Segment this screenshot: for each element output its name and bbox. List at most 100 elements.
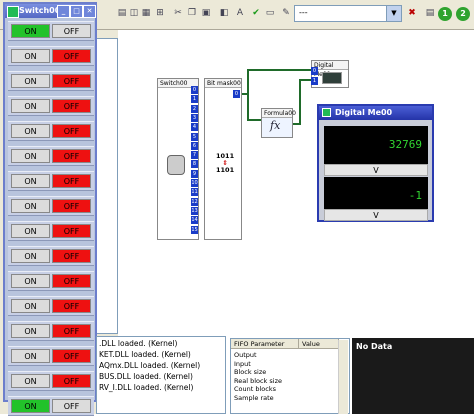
switch-off-button[interactable]: OFF xyxy=(52,374,91,388)
switch-output-port[interactable]: 2 xyxy=(191,104,198,113)
switch-off-button[interactable]: OFF xyxy=(52,274,91,288)
switch-on-button[interactable]: ON xyxy=(11,149,50,163)
switch-off-button[interactable]: OFF xyxy=(52,349,91,363)
meter-display-icon xyxy=(322,72,342,84)
switch-off-button[interactable]: OFF xyxy=(52,199,91,213)
switch-on-button[interactable]: ON xyxy=(11,399,50,413)
minimize-icon[interactable]: _ xyxy=(57,5,70,18)
switch-output-port[interactable]: 5 xyxy=(191,132,198,141)
switch-row: ON OFF xyxy=(8,346,94,366)
switch-row: ON OFF xyxy=(8,221,94,241)
log-line: BUS.DLL loaded. (Kernel) xyxy=(99,372,193,381)
switch-off-button[interactable]: OFF xyxy=(52,249,91,263)
switch-output-port[interactable]: 9 xyxy=(191,169,198,178)
close-icon[interactable]: ✕ xyxy=(83,5,96,18)
switch-row: ON OFF xyxy=(8,21,94,41)
switch-on-button[interactable]: ON xyxy=(11,49,50,63)
switch-off-button[interactable]: OFF xyxy=(52,224,91,238)
fifo-row[interactable]: Sample rate xyxy=(231,394,274,402)
switch-off-button[interactable]: OFF xyxy=(52,174,91,188)
switch-on-button[interactable]: ON xyxy=(11,124,50,138)
switch-window-title-bar[interactable]: Switch00 _ □ ✕ xyxy=(5,4,96,18)
bitmask-output-port[interactable]: 0 xyxy=(233,90,240,98)
switch-output-port[interactable]: 3 xyxy=(191,113,198,122)
switch-window[interactable]: Switch00 _ □ ✕ ON OFF ON OFF ON OFF ON OFF ON OFF… xyxy=(3,2,97,416)
fifo-header-value[interactable]: Value xyxy=(299,339,339,349)
switch-output-port[interactable]: 12 xyxy=(191,197,198,206)
fifo-row[interactable]: Output xyxy=(231,351,257,359)
switch-row: ON OFF xyxy=(8,121,94,141)
switch-row: ON OFF xyxy=(8,271,94,291)
formula-icon: fx xyxy=(270,119,281,132)
switch-row: ON OFF xyxy=(8,46,94,66)
switch-output-port[interactable]: 11 xyxy=(191,188,198,197)
switch-on-button[interactable]: ON xyxy=(11,374,50,388)
switch-output-port[interactable]: 7 xyxy=(191,151,198,160)
switch-output-port[interactable]: 10 xyxy=(191,179,198,187)
switch-output-port[interactable]: 4 xyxy=(191,123,198,132)
switch-on-button[interactable]: ON xyxy=(11,274,50,288)
fifo-row[interactable]: Block size xyxy=(231,368,266,376)
switch-on-button[interactable]: ON xyxy=(11,224,50,238)
bitmask-block[interactable]: Bit mask00 1011 ⇕ 1101 xyxy=(204,78,242,240)
no-data-label: No Data xyxy=(356,342,393,351)
bitmask-label: 1011 ⇕ 1101 xyxy=(216,153,234,174)
switch-window-icon xyxy=(7,6,19,18)
fifo-row[interactable]: Real block size xyxy=(231,377,282,385)
switch-row: ON OFF xyxy=(8,96,94,116)
switch-off-button[interactable]: OFF xyxy=(52,149,91,163)
meter-value-1: 32769 xyxy=(324,126,428,164)
signal-display-panel: No Data xyxy=(352,338,474,414)
switch-off-button[interactable]: OFF xyxy=(52,299,91,313)
switch-on-button[interactable]: ON xyxy=(11,99,50,113)
switch-output-port[interactable]: 14 xyxy=(191,216,198,225)
switch-output-port[interactable]: 0 xyxy=(191,86,198,94)
log-line: RV_I.DLL loaded. (Kernel) xyxy=(99,383,194,392)
switch-output-port[interactable]: 6 xyxy=(191,141,198,150)
switch-on-button[interactable]: ON xyxy=(11,299,50,313)
switch-row: ON OFF xyxy=(8,246,94,266)
digital-meter-title-bar[interactable]: Digital Me00 xyxy=(319,106,432,120)
switch-output-port[interactable]: 1 xyxy=(191,95,198,104)
wire-bitmask-to-formula xyxy=(247,94,261,121)
switch-row: ON OFF xyxy=(8,371,94,391)
meter-input-port-0[interactable]: 0 xyxy=(311,67,318,75)
fifo-scrollbar[interactable] xyxy=(338,340,348,414)
switch-off-button[interactable]: OFF xyxy=(52,399,91,413)
switch-on-button[interactable]: ON xyxy=(11,24,50,38)
fifo-header-parameter[interactable]: FIFO Parameter xyxy=(231,339,299,349)
switch-off-button[interactable]: OFF xyxy=(52,99,91,113)
switch-off-button[interactable]: OFF xyxy=(52,124,91,138)
log-line: AQmx.DLL loaded. (Kernel) xyxy=(99,361,201,370)
formula-block-title: Formula00 xyxy=(262,109,296,118)
digital-meter-window[interactable]: Digital Me00 32769 V -1 V xyxy=(317,104,434,222)
switch-on-button[interactable]: ON xyxy=(11,199,50,213)
digital-meter-title: Digital Me00 xyxy=(335,108,393,117)
switch-on-button[interactable]: ON xyxy=(11,349,50,363)
switch-row: ON OFF xyxy=(8,296,94,316)
switch-off-button[interactable]: OFF xyxy=(52,24,91,38)
switch-off-button[interactable]: OFF xyxy=(52,49,91,63)
switch-icon xyxy=(167,155,185,175)
switch-on-button[interactable]: ON xyxy=(11,174,50,188)
switch-on-button[interactable]: ON xyxy=(11,324,50,338)
maximize-icon[interactable]: □ xyxy=(70,5,83,18)
bitmask-block-title: Bit mask00 xyxy=(205,79,241,88)
switch-output-port[interactable]: 8 xyxy=(191,160,198,169)
switch-off-button[interactable]: OFF xyxy=(52,324,91,338)
fifo-parameter-panel[interactable]: FIFO Parameter Value Output Input Block si… xyxy=(230,338,350,414)
switch-row: ON OFF xyxy=(8,196,94,216)
switch-row: ON OFF xyxy=(8,321,94,341)
formula-block[interactable]: Formula00 fx xyxy=(261,108,296,138)
meter-unit-2: V xyxy=(324,209,428,221)
switch-on-button[interactable]: ON xyxy=(11,249,50,263)
fifo-row[interactable]: Input xyxy=(231,360,251,368)
switch-row: ON OFF xyxy=(8,71,94,91)
fifo-row[interactable]: Count blocks xyxy=(231,385,276,393)
switch-on-button[interactable]: ON xyxy=(11,74,50,88)
switch-output-port[interactable]: 15 xyxy=(191,225,198,234)
meter-input-port-1[interactable]: 1 xyxy=(311,77,318,85)
switch-off-button[interactable]: OFF xyxy=(52,74,91,88)
log-panel[interactable]: .DLL loaded. (Kernel) KET.DLL loaded. (Ke… xyxy=(96,336,226,414)
switch-output-port[interactable]: 13 xyxy=(191,206,198,215)
